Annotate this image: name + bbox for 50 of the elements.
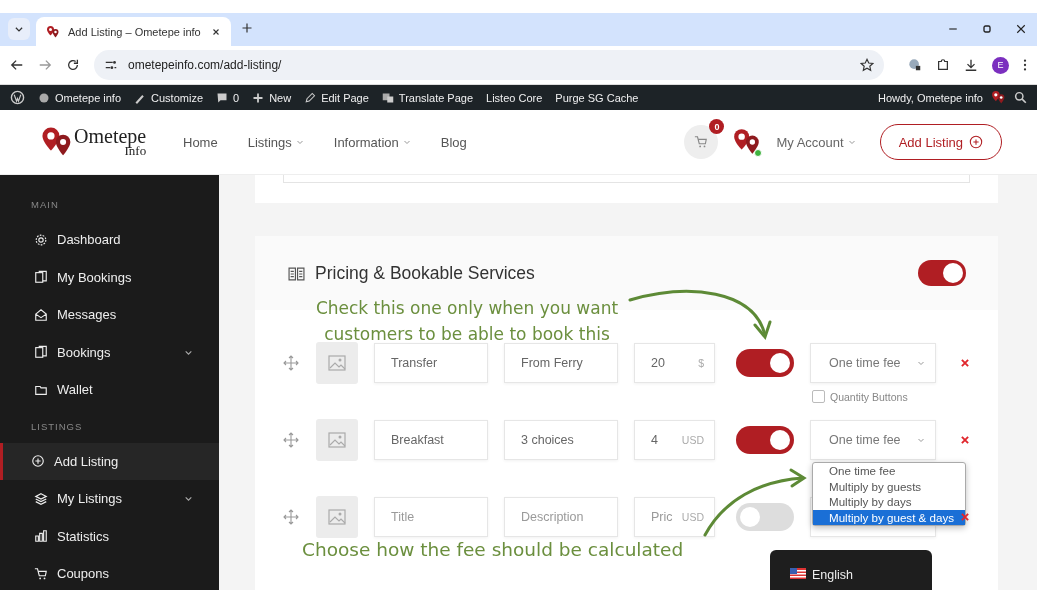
nav-link[interactable]: Home <box>183 134 218 150</box>
currency-label: USD <box>681 434 704 446</box>
sidebar-item[interactable]: Dashboard <box>0 221 219 259</box>
admin-bar-item[interactable]: Listeo Core <box>486 91 543 104</box>
browser-tab[interactable]: Add Listing – Ometepe info <box>36 17 231 46</box>
language-switcher[interactable]: English <box>770 550 932 590</box>
add-listing-button[interactable]: Add Listing <box>879 124 1002 160</box>
sidebar-item[interactable]: Wallet <box>0 371 219 409</box>
annotation-text: Choose how the fee should be calculated <box>302 539 684 560</box>
currency-label: USD <box>681 511 704 523</box>
admin-bar-item[interactable]: Purge SG Cache <box>555 91 639 104</box>
input-field[interactable]: Breakfast <box>391 433 444 447</box>
sidebar-item[interactable]: Messages <box>0 296 219 334</box>
fee-select[interactable]: One time fee <box>810 420 936 460</box>
sidebar-section-title: LISTINGS <box>30 420 84 434</box>
input-field[interactable]: 3 choices <box>521 433 574 447</box>
sidebar-item[interactable]: My Bookings <box>0 258 219 296</box>
address-bar[interactable]: ometepeinfo.com/add-listing/ <box>94 50 884 80</box>
admin-bar-item[interactable]: 0 <box>233 91 240 104</box>
sidebar-item[interactable]: Statistics <box>0 517 219 555</box>
nav-link[interactable]: Listings <box>247 134 292 150</box>
profile-avatar[interactable]: E <box>992 56 1009 74</box>
dropdown-option[interactable]: Multiply by days <box>813 494 965 510</box>
sidebar-item[interactable]: My Listings <box>0 480 219 518</box>
sidebar-item[interactable]: Add Listing <box>0 442 219 480</box>
section-title: Pricing & Bookable Services <box>315 262 536 284</box>
nav-link[interactable]: Information <box>333 134 399 150</box>
annotation-text: Check this one only when you want customers to be able to book this <box>314 297 620 346</box>
admin-bar-item[interactable]: New <box>269 91 292 104</box>
dropdown-option[interactable]: One time fee <box>813 463 965 479</box>
currency-label: $ <box>698 357 704 369</box>
admin-greeting[interactable]: Howdy, Ometepe info <box>878 91 983 104</box>
input-field[interactable]: Transfer <box>391 356 438 370</box>
sidebar-item[interactable]: Bookings <box>0 333 219 371</box>
account-menu[interactable]: My Account <box>776 134 856 150</box>
input-field[interactable]: 20 <box>651 356 665 370</box>
checkbox-label: Quantity Buttons <box>830 390 908 403</box>
input-field[interactable]: From Ferry <box>521 356 583 370</box>
cart-count-badge: 0 <box>709 119 725 134</box>
input-field[interactable]: 4 <box>651 433 658 447</box>
admin-bar-item[interactable]: Edit Page <box>321 91 369 104</box>
fee-select[interactable]: One time fee <box>810 343 936 383</box>
admin-bar-item[interactable]: Ometepe info <box>55 91 122 104</box>
dropdown-option[interactable]: Multiply by guest & days <box>813 509 965 525</box>
sidebar-section-title: MAIN <box>30 199 60 212</box>
sidebar-item[interactable]: Coupons <box>0 555 219 590</box>
nav-link[interactable]: Blog <box>440 134 467 150</box>
admin-bar-item[interactable]: Translate Page <box>398 91 474 104</box>
dropdown-option[interactable]: Multiply by guests <box>813 478 965 494</box>
admin-bar-item[interactable]: Customize <box>151 91 203 104</box>
